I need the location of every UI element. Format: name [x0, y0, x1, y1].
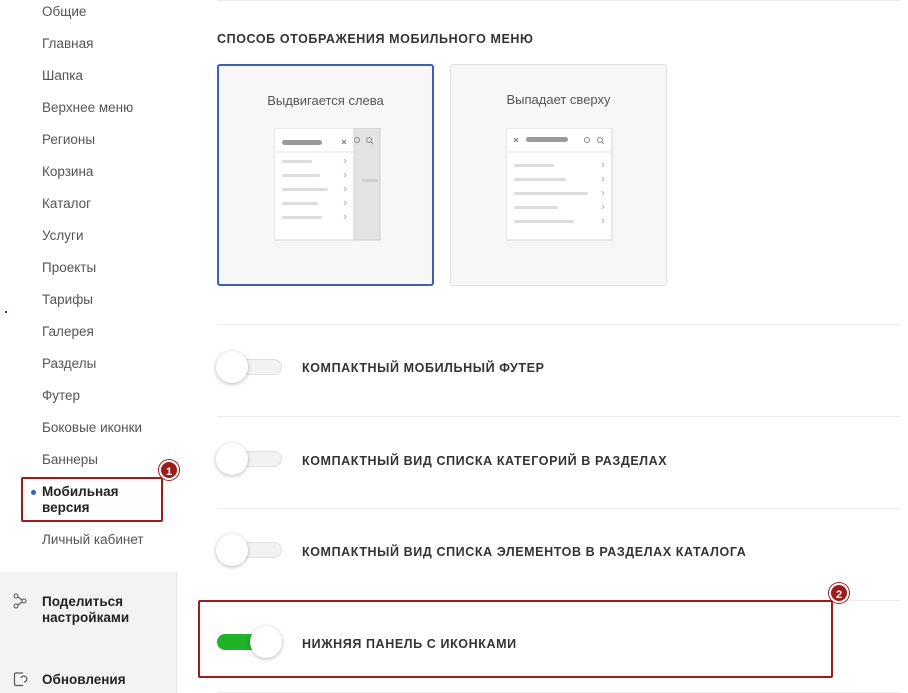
share-label-line1: Поделиться	[42, 594, 124, 609]
sidebar-item-main[interactable]: Главная	[42, 36, 93, 51]
section-title: СПОСОБ ОТОБРАЖЕНИЯ МОБИЛЬНОГО МЕНЮ	[217, 32, 534, 46]
annotation-badge-2: 2	[829, 583, 849, 603]
menu-option-label: Выдвигается слева	[267, 93, 384, 108]
divider	[217, 416, 900, 417]
share-label-line2: настройками	[42, 610, 130, 625]
share-icon	[12, 593, 28, 614]
sidebar-item-side-icons[interactable]: Боковые иконки	[42, 420, 142, 435]
update-icon	[12, 671, 28, 692]
compact-category-list-label: КОМПАКТНЫЙ ВИД СПИСКА КАТЕГОРИЙ В РАЗДЕЛ…	[302, 454, 668, 468]
settings-sidebar: Общие Главная Шапка Верхнее меню Регионы…	[0, 0, 177, 693]
sidebar-item-regions[interactable]: Регионы	[42, 132, 95, 147]
updates-button[interactable]: Обновления	[42, 672, 126, 688]
sidebar-item-footer[interactable]: Футер	[42, 388, 80, 403]
toggle-knob	[216, 351, 248, 383]
sidebar-item-sections[interactable]: Разделы	[42, 356, 96, 371]
sidebar-item-services[interactable]: Услуги	[42, 228, 84, 243]
stray-mark	[5, 311, 7, 313]
sidebar-footer: Поделиться настройками Обновления	[0, 572, 177, 693]
toggle-knob	[216, 534, 248, 566]
drop-top-preview-image	[505, 127, 613, 241]
sidebar-item-catalog[interactable]: Каталог	[42, 196, 91, 211]
share-settings-button[interactable]: Поделиться настройками	[42, 594, 129, 626]
slide-left-preview-image	[273, 127, 381, 241]
sidebar-item-banners[interactable]: Баннеры	[42, 452, 98, 467]
divider	[217, 508, 900, 509]
sidebar-item-header[interactable]: Шапка	[42, 68, 83, 83]
compact-catalog-elements-toggle[interactable]	[216, 534, 282, 566]
sidebar-item-account[interactable]: Личный кабинет	[42, 532, 144, 547]
sidebar-item-top-menu[interactable]: Верхнее меню	[42, 100, 133, 115]
sidebar-item-general[interactable]: Общие	[42, 4, 86, 19]
annotation-badge-1: 1	[159, 460, 179, 480]
menu-option-label: Выпадает сверху	[506, 92, 611, 107]
toggle-knob	[216, 443, 248, 475]
compact-category-list-toggle[interactable]	[216, 443, 282, 475]
compact-mobile-footer-label: КОМПАКТНЫЙ МОБИЛЬНЫЙ ФУТЕР	[302, 361, 545, 375]
compact-mobile-footer-toggle[interactable]	[216, 351, 282, 383]
top-divider	[217, 0, 900, 1]
annotation-box-2	[198, 600, 833, 678]
menu-option-drop-top[interactable]: Выпадает сверху	[450, 64, 667, 286]
sidebar-item-tariffs[interactable]: Тарифы	[42, 292, 93, 307]
sidebar-item-gallery[interactable]: Галерея	[42, 324, 94, 339]
divider	[217, 324, 900, 325]
menu-option-slide-left[interactable]: Выдвигается слева	[217, 64, 434, 286]
annotation-box-1	[21, 477, 163, 522]
sidebar-item-cart[interactable]: Корзина	[42, 164, 93, 179]
sidebar-item-projects[interactable]: Проекты	[42, 260, 96, 275]
compact-catalog-elements-label: КОМПАКТНЫЙ ВИД СПИСКА ЭЛЕМЕНТОВ В РАЗДЕЛ…	[302, 545, 747, 559]
